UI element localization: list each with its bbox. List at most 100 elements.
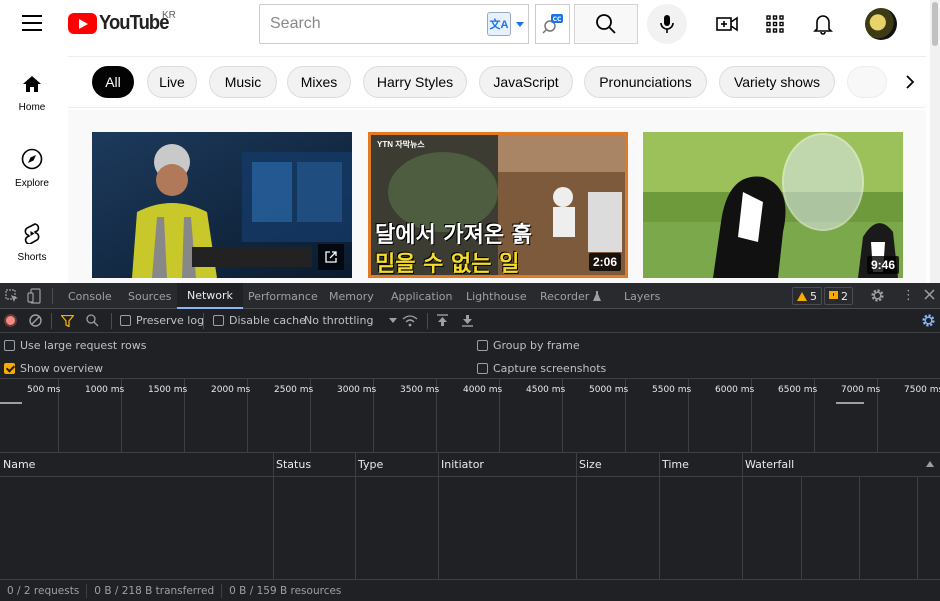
sidebar-item-home[interactable]: Home	[0, 56, 64, 130]
chip-javascript[interactable]: JavaScript	[479, 66, 573, 98]
divider	[427, 313, 428, 329]
tab-layers[interactable]: Layers	[624, 283, 660, 309]
youtube-logo[interactable]: YouTube	[68, 12, 175, 35]
overview-right-marker[interactable]	[836, 402, 864, 404]
column-header-status[interactable]: Status	[273, 453, 355, 477]
column-header-size[interactable]: Size	[576, 453, 659, 477]
notifications-button[interactable]	[811, 12, 835, 36]
checkbox-box[interactable]	[477, 340, 488, 351]
voice-search-button[interactable]	[647, 4, 687, 44]
throttling-select[interactable]: No throttling	[304, 314, 398, 327]
chip-live[interactable]: Live	[147, 66, 197, 98]
clear-icon[interactable]	[29, 314, 42, 330]
overview-left-marker[interactable]	[0, 402, 22, 404]
network-settings-pane: Use large request rows Show overview Gro…	[0, 333, 940, 379]
chips-next-button[interactable]	[894, 66, 926, 98]
captions-search-button[interactable]: CC	[535, 4, 570, 44]
column-header-waterfall[interactable]: Waterfall	[742, 453, 940, 477]
device-toolbar-icon[interactable]	[27, 288, 41, 307]
checkbox-box[interactable]	[213, 315, 224, 326]
column-header-initiator[interactable]: Initiator	[438, 453, 576, 477]
export-har-icon[interactable]	[462, 314, 473, 330]
video-thumbnail-1[interactable]	[92, 132, 352, 278]
tab-recorder-label: Recorder	[540, 289, 590, 303]
timeline-tick-label: 1000 ms	[85, 385, 125, 395]
tab-application[interactable]: Application	[391, 283, 452, 309]
issues-badge[interactable]: 2	[824, 287, 853, 305]
timeline-tick-label: 4500 ms	[526, 385, 566, 395]
video-add-icon	[716, 16, 738, 32]
divider	[52, 288, 53, 304]
sidebar-item-shorts[interactable]: Shorts	[0, 204, 64, 278]
video-thumbnail-3[interactable]: 9:46	[643, 132, 903, 278]
chip-more-partial[interactable]	[847, 66, 887, 98]
show-overview-checkbox[interactable]: Show overview	[4, 362, 103, 375]
large-rows-checkbox[interactable]: Use large request rows	[4, 339, 146, 352]
chip-all[interactable]: All	[92, 66, 134, 98]
group-by-frame-checkbox[interactable]: Group by frame	[477, 339, 580, 352]
apps-grid-icon	[766, 15, 784, 33]
network-conditions-icon[interactable]	[402, 314, 418, 330]
preserve-log-checkbox[interactable]: Preserve log	[120, 314, 204, 327]
column-divider	[355, 453, 356, 579]
chip-pronunciations[interactable]: Pronunciations	[584, 66, 707, 98]
checkbox-box[interactable]	[4, 340, 15, 351]
column-header-name[interactable]: Name	[0, 453, 273, 477]
search-placeholder: Search	[270, 15, 321, 32]
chip-mixes[interactable]: Mixes	[287, 66, 351, 98]
translate-button[interactable]: 文A	[485, 4, 529, 44]
external-link-icon[interactable]	[318, 244, 344, 270]
create-video-button[interactable]	[715, 12, 739, 36]
divider	[203, 313, 204, 329]
checkbox-box[interactable]	[120, 315, 131, 326]
network-overview-timeline[interactable]: 500 ms 1000 ms 1500 ms 2000 ms 2500 ms 3…	[0, 379, 940, 453]
tab-console[interactable]: Console	[68, 283, 112, 309]
group-by-frame-label: Group by frame	[493, 339, 580, 352]
chip-music[interactable]: Music	[209, 66, 277, 98]
waterfall-gridline	[917, 477, 918, 579]
video-thumbnail-2[interactable]: YTN 자막뉴스 달에서 가져온 흙 믿을 수 없는 일 2:06	[368, 132, 628, 278]
close-icon[interactable]	[924, 289, 935, 303]
tab-sources[interactable]: Sources	[128, 283, 172, 309]
chip-harry-styles[interactable]: Harry Styles	[363, 66, 467, 98]
sidebar-item-explore[interactable]: Explore	[0, 130, 64, 204]
avatar[interactable]	[865, 8, 897, 40]
disable-cache-checkbox[interactable]: Disable cache	[213, 314, 306, 327]
tab-lighthouse[interactable]: Lighthouse	[466, 283, 527, 309]
thumbnail-image-dogs	[643, 132, 903, 278]
checkbox-box[interactable]	[477, 363, 488, 374]
settings-gear-icon[interactable]	[870, 288, 885, 306]
search-icon[interactable]	[86, 314, 99, 330]
apps-button[interactable]	[763, 12, 787, 36]
filter-icon[interactable]	[60, 314, 75, 330]
tab-network[interactable]: Network	[177, 283, 243, 309]
top-bar: YouTube KR Search 文A CC	[0, 0, 930, 52]
video-duration: 9:46	[866, 256, 899, 274]
column-header-time[interactable]: Time	[659, 453, 742, 477]
chip-variety-shows[interactable]: Variety shows	[719, 66, 835, 98]
warnings-badge[interactable]: 5	[792, 287, 822, 305]
waterfall-gridline	[859, 477, 860, 579]
tab-recorder[interactable]: Recorder	[540, 283, 602, 309]
network-settings-gear-icon[interactable]	[921, 313, 936, 331]
tab-memory[interactable]: Memory	[329, 283, 374, 309]
scrollbar-thumb[interactable]	[932, 2, 938, 46]
page-scrollbar[interactable]	[930, 0, 940, 283]
timeline-tick-label: 2500 ms	[274, 385, 314, 395]
import-har-icon[interactable]	[437, 314, 448, 330]
capture-screenshots-checkbox[interactable]: Capture screenshots	[477, 362, 606, 375]
column-header-type[interactable]: Type	[355, 453, 438, 477]
inspect-element-icon[interactable]	[5, 289, 19, 306]
search-input[interactable]: Search	[259, 4, 485, 44]
bell-icon	[813, 15, 833, 35]
menu-icon[interactable]	[22, 15, 42, 31]
play-logo-icon	[68, 13, 97, 34]
search-button[interactable]	[574, 4, 638, 44]
checkbox-box-checked[interactable]	[4, 363, 15, 374]
dropdown-arrow-icon	[516, 21, 524, 27]
capture-screenshots-label: Capture screenshots	[493, 362, 607, 375]
record-button[interactable]	[4, 314, 17, 327]
more-options-icon[interactable]: ⋮	[902, 289, 915, 302]
request-count: 0 / 2 requests	[0, 583, 88, 598]
tab-performance[interactable]: Performance	[248, 283, 318, 309]
